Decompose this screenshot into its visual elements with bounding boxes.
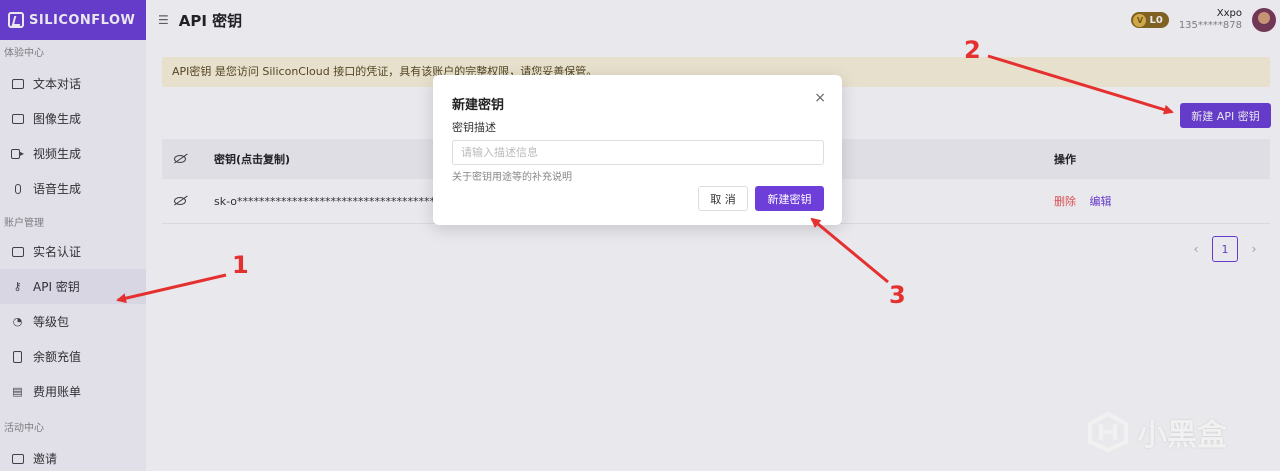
key-description-label: 密钥描述: [452, 121, 496, 134]
annotation-label-1: 1: [232, 251, 249, 279]
watermark-text: 小黑盒: [1137, 418, 1227, 453]
close-icon[interactable]: ×: [814, 90, 826, 106]
modal-title: 新建密钥: [452, 98, 505, 113]
xiaoheihe-logo-icon: [1088, 412, 1128, 452]
key-description-input[interactable]: [452, 140, 824, 165]
new-key-modal: 新建密钥 × 密钥描述 关于密钥用途等的补充说明 取 消 新建密钥: [433, 75, 842, 225]
annotation-label-2: 2: [964, 36, 981, 64]
modal-backdrop[interactable]: [0, 0, 1280, 471]
key-description-help: 关于密钥用途等的补充说明: [452, 172, 572, 183]
cancel-button[interactable]: 取 消: [698, 186, 748, 211]
watermark: 小黑盒: [1087, 410, 1227, 454]
create-key-button[interactable]: 新建密钥: [755, 186, 824, 211]
annotation-label-3: 3: [889, 281, 906, 309]
